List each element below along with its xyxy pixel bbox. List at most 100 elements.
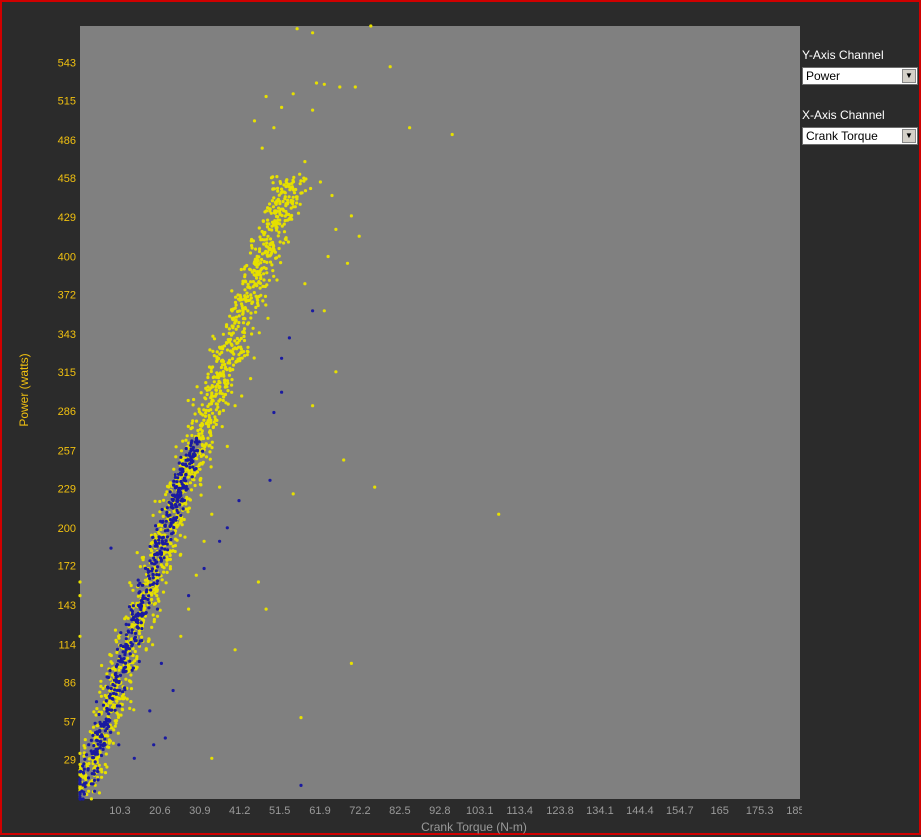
data-point bbox=[253, 247, 258, 251]
data-point bbox=[202, 566, 206, 571]
data-point bbox=[112, 728, 116, 732]
data-point bbox=[150, 597, 154, 602]
data-point bbox=[177, 488, 181, 492]
data-point bbox=[161, 535, 165, 540]
data-point bbox=[266, 316, 270, 320]
data-point bbox=[349, 661, 353, 666]
data-point bbox=[200, 403, 204, 407]
data-point bbox=[274, 256, 278, 260]
data-point bbox=[218, 539, 222, 543]
data-point bbox=[193, 453, 197, 457]
data-point bbox=[95, 732, 100, 736]
data-point bbox=[78, 580, 82, 584]
data-point bbox=[130, 642, 134, 647]
data-point bbox=[221, 398, 225, 403]
data-point bbox=[140, 614, 144, 618]
data-point bbox=[113, 628, 118, 632]
data-point bbox=[93, 721, 97, 725]
data-point bbox=[152, 556, 156, 560]
data-point bbox=[342, 458, 346, 462]
data-point bbox=[153, 499, 157, 503]
data-point bbox=[148, 544, 152, 549]
data-point bbox=[119, 713, 123, 717]
data-point bbox=[105, 706, 109, 711]
data-point bbox=[91, 755, 95, 760]
y-axis-channel-select[interactable]: Power ▼ bbox=[802, 67, 918, 85]
data-point bbox=[102, 741, 106, 745]
data-point bbox=[82, 771, 86, 775]
data-point bbox=[269, 241, 273, 245]
data-point bbox=[208, 348, 212, 352]
data-point bbox=[262, 242, 266, 246]
data-point bbox=[276, 186, 280, 190]
data-point bbox=[199, 493, 203, 497]
data-point bbox=[264, 94, 268, 99]
data-point bbox=[287, 182, 291, 186]
x-tick-label: 51.5 bbox=[269, 805, 290, 817]
data-point bbox=[267, 222, 271, 226]
data-point bbox=[226, 338, 230, 342]
data-point bbox=[153, 544, 157, 548]
data-point bbox=[264, 607, 268, 611]
data-point bbox=[96, 766, 100, 770]
data-point bbox=[278, 240, 282, 244]
data-point bbox=[204, 381, 208, 385]
data-point bbox=[290, 181, 294, 185]
data-point bbox=[255, 276, 259, 280]
data-point bbox=[203, 445, 207, 449]
x-axis-channel-select[interactable]: Crank Torque ▼ bbox=[802, 127, 918, 145]
data-point bbox=[185, 487, 189, 491]
data-point bbox=[133, 631, 138, 636]
data-point bbox=[124, 642, 128, 647]
data-point bbox=[303, 189, 308, 193]
data-point bbox=[223, 366, 227, 370]
data-point bbox=[107, 741, 111, 745]
data-point bbox=[117, 668, 121, 672]
data-point bbox=[210, 393, 214, 397]
data-point bbox=[284, 236, 288, 240]
data-point bbox=[181, 484, 185, 488]
data-point bbox=[199, 391, 203, 395]
data-point bbox=[309, 186, 313, 191]
chevron-down-icon[interactable]: ▼ bbox=[902, 69, 916, 83]
data-point bbox=[165, 570, 169, 575]
data-point bbox=[257, 255, 261, 259]
data-point bbox=[275, 175, 279, 179]
data-point bbox=[272, 196, 276, 200]
y-tick-label: 114 bbox=[58, 639, 76, 651]
data-point bbox=[225, 444, 229, 448]
data-point bbox=[220, 359, 224, 363]
data-point bbox=[139, 602, 143, 606]
y-tick-label: 486 bbox=[58, 135, 76, 147]
data-point bbox=[165, 506, 169, 510]
data-point bbox=[257, 331, 261, 335]
data-point bbox=[121, 690, 125, 694]
data-point bbox=[164, 493, 168, 497]
data-point bbox=[252, 356, 256, 360]
data-point bbox=[97, 712, 101, 717]
data-point bbox=[171, 688, 175, 693]
data-point bbox=[134, 614, 138, 618]
data-point bbox=[155, 614, 160, 618]
data-point bbox=[113, 724, 117, 728]
data-point bbox=[225, 526, 229, 530]
data-point bbox=[171, 544, 175, 548]
data-point bbox=[271, 181, 275, 185]
data-point bbox=[179, 552, 183, 557]
data-point bbox=[275, 278, 279, 282]
data-point bbox=[184, 472, 188, 476]
data-point bbox=[172, 483, 176, 487]
data-point bbox=[83, 738, 87, 742]
chevron-down-icon[interactable]: ▼ bbox=[902, 129, 916, 143]
data-point bbox=[284, 209, 288, 214]
x-tick-label: 82.5 bbox=[389, 805, 410, 817]
data-point bbox=[132, 708, 136, 712]
data-point bbox=[127, 669, 131, 673]
data-point bbox=[291, 492, 295, 496]
data-point bbox=[266, 254, 270, 258]
data-point bbox=[115, 650, 119, 655]
data-point bbox=[147, 638, 151, 642]
data-point bbox=[117, 636, 121, 640]
data-point bbox=[143, 606, 147, 610]
data-point bbox=[268, 202, 272, 206]
